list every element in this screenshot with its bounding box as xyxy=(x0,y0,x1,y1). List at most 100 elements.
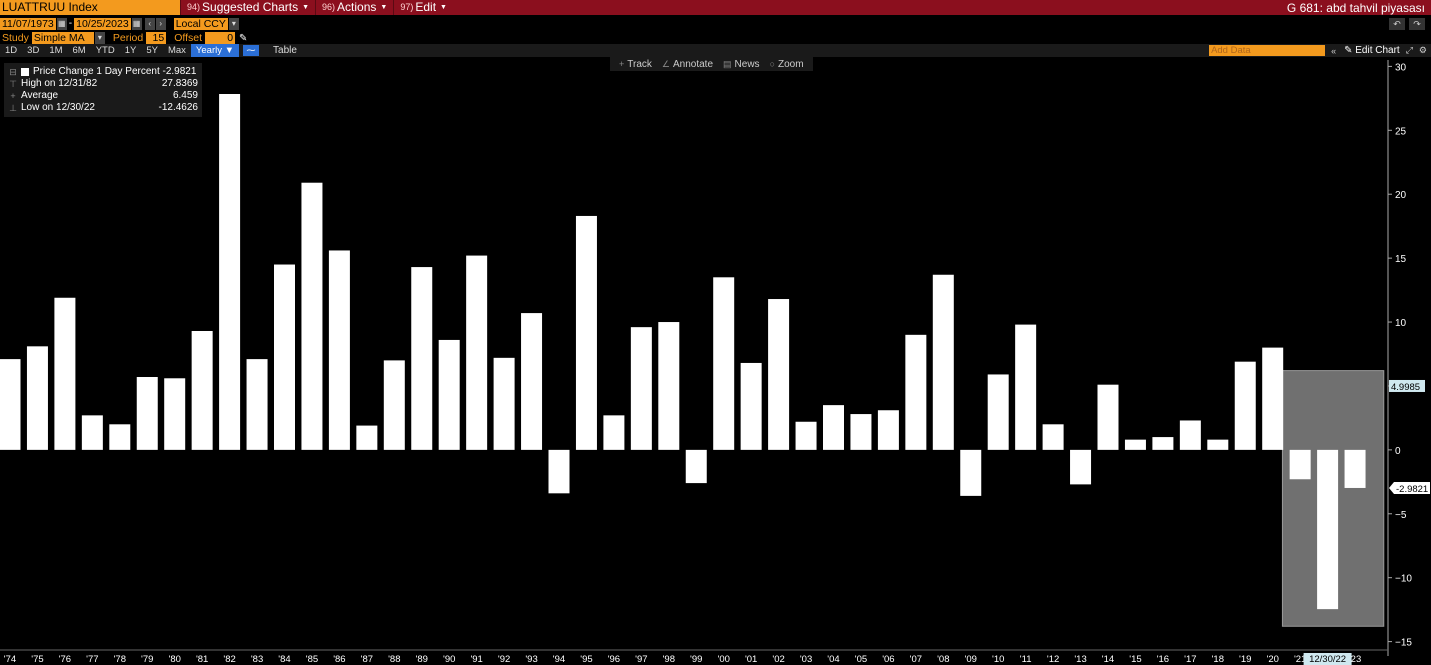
x-tick-label: '98 xyxy=(663,654,675,665)
zoom-tool[interactable]: ○ Zoom xyxy=(765,59,809,70)
series-swatch xyxy=(21,68,29,76)
bar xyxy=(1179,420,1201,450)
x-tick-label: '74 xyxy=(4,654,16,665)
annotate-tool[interactable]: ∠ Annotate xyxy=(657,59,718,70)
ma-value-label: 4.9985 xyxy=(1391,382,1420,393)
bar-chart[interactable]: −15−10−5051015202530'74'75'76'77'78'79'8… xyxy=(0,0,1431,665)
average-label: Average xyxy=(21,90,59,101)
bar xyxy=(219,94,241,450)
bar xyxy=(877,410,899,450)
tool-label: Zoom xyxy=(778,58,804,70)
bar xyxy=(932,274,954,450)
x-tick-label: '88 xyxy=(388,654,400,665)
x-tick-label: '91 xyxy=(470,654,482,665)
series-name: Price Change 1 Day Percent xyxy=(33,66,160,77)
legend-low: ⊥ Low on 12/30/22 -12.4626 xyxy=(8,102,198,114)
x-tick-label: '93 xyxy=(525,654,537,665)
legend-series[interactable]: ⊟ Price Change 1 Day Percent -2.9821 xyxy=(8,66,198,78)
bar xyxy=(768,299,790,450)
bar xyxy=(1207,439,1229,450)
x-tick-label: '16 xyxy=(1157,654,1169,665)
bar xyxy=(548,449,570,494)
bar xyxy=(246,359,268,450)
bar xyxy=(383,360,405,450)
x-tick-label: '19 xyxy=(1239,654,1251,665)
x-tick-label: '18 xyxy=(1212,654,1224,665)
x-tick-label: '09 xyxy=(965,654,977,665)
average-icon: + xyxy=(10,91,16,101)
x-tick-label: '05 xyxy=(855,654,867,665)
collapse-icon[interactable]: ⊟ xyxy=(8,66,18,78)
bar xyxy=(164,378,186,450)
x-tick-label: '85 xyxy=(306,654,318,665)
legend-average: + Average 6.459 xyxy=(8,90,198,102)
x-tick-label: '80 xyxy=(169,654,181,665)
y-tick-label: 0 xyxy=(1395,446,1401,457)
x-tick-label: '82 xyxy=(223,654,235,665)
bar xyxy=(960,449,982,496)
bar xyxy=(301,182,323,450)
bar xyxy=(1317,449,1339,610)
bar xyxy=(328,250,350,450)
x-tick-label: '17 xyxy=(1184,654,1196,665)
x-tick-label: '13 xyxy=(1074,654,1086,665)
bar xyxy=(823,405,844,450)
bar xyxy=(713,277,735,450)
track-tool[interactable]: + Track xyxy=(614,59,657,70)
y-tick-label: 30 xyxy=(1395,62,1407,73)
bar xyxy=(191,330,213,450)
crosshair-icon: + xyxy=(619,59,625,69)
bar xyxy=(521,313,543,450)
bar xyxy=(493,357,515,450)
x-tick-label: '78 xyxy=(114,654,126,665)
chart-tools: + Track ∠ Annotate ▤ News ○ Zoom xyxy=(610,57,813,71)
y-tick-label: 25 xyxy=(1395,126,1407,137)
low-label: Low on 12/30/22 xyxy=(21,102,95,113)
x-tick-label: '86 xyxy=(333,654,345,665)
x-tick-label: '01 xyxy=(745,654,757,665)
bar xyxy=(1097,384,1119,450)
bar xyxy=(905,334,927,450)
highlight-date-label: 12/30/22 xyxy=(1309,654,1346,665)
x-tick-label: '75 xyxy=(31,654,43,665)
y-tick-label: 10 xyxy=(1395,318,1407,329)
last-value-label: -2.9821 xyxy=(1396,484,1428,495)
bar xyxy=(466,255,488,450)
bar xyxy=(1015,324,1037,450)
pen-icon: ∠ xyxy=(661,58,670,69)
y-tick-label: 15 xyxy=(1395,254,1407,265)
bar xyxy=(795,421,817,450)
x-tick-label: '11 xyxy=(1020,654,1032,665)
x-tick-label: '06 xyxy=(882,654,894,665)
x-tick-label: '96 xyxy=(608,654,620,665)
bar xyxy=(1234,361,1256,450)
bar xyxy=(685,449,707,484)
bar xyxy=(630,327,652,450)
series-value: -2.9821 xyxy=(162,66,197,77)
x-tick-label: '12 xyxy=(1047,654,1059,665)
news-tool[interactable]: ▤ News xyxy=(718,59,765,70)
x-tick-label: '97 xyxy=(635,654,647,665)
x-tick-label: '81 xyxy=(196,654,208,665)
y-tick-label: −10 xyxy=(1395,574,1412,585)
x-tick-label: '14 xyxy=(1102,654,1114,665)
bar xyxy=(850,414,872,450)
bar xyxy=(0,359,21,450)
tool-label: News xyxy=(734,58,760,70)
low-icon: ⊥ xyxy=(9,103,17,113)
x-tick-label: '10 xyxy=(992,654,1004,665)
news-icon: ▤ xyxy=(723,58,732,69)
bar xyxy=(1262,347,1284,450)
bar xyxy=(1124,439,1146,450)
bar xyxy=(411,267,433,450)
y-tick-label: −15 xyxy=(1395,638,1412,649)
bar xyxy=(109,424,131,450)
x-tick-label: '89 xyxy=(416,654,428,665)
x-tick-label: '77 xyxy=(86,654,98,665)
bar xyxy=(575,215,597,450)
high-value: 27.8369 xyxy=(161,78,198,89)
bar xyxy=(987,374,1009,450)
bar xyxy=(740,362,762,450)
x-tick-label: '84 xyxy=(278,654,290,665)
y-tick-label: −5 xyxy=(1395,510,1407,521)
